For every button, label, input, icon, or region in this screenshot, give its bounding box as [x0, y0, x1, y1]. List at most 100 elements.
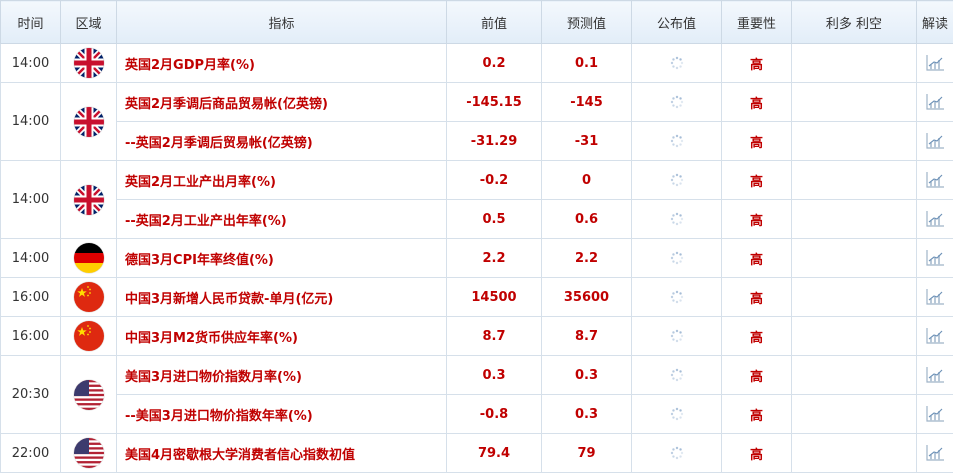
forecast-value: 35600	[541, 277, 632, 317]
loading-spinner-icon	[633, 407, 721, 421]
table-row[interactable]: --美国3月进口物价指数年率(%) -0.8 0.3 高	[1, 394, 953, 434]
table-row[interactable]: 16:00 中国3月新增人民币贷款-单月(亿元) 14500 35600 高	[0, 277, 953, 317]
germany-flag-icon	[73, 243, 104, 273]
chart-icon[interactable]	[918, 54, 953, 72]
table-row[interactable]: --英国2月季调后贸易帐(亿英镑) -31.29 -31 高	[1, 121, 953, 161]
published-value	[631, 355, 722, 395]
region-cell	[60, 43, 117, 83]
indicator-cell[interactable]: 德国3月CPI年率终值(%)	[116, 238, 447, 278]
indicator-cell[interactable]: --美国3月进口物价指数年率(%)	[116, 394, 447, 434]
header-bull-bear: 利多 利空	[791, 0, 917, 44]
analysis-cell[interactable]	[916, 121, 953, 161]
bull-bear-cell	[791, 121, 917, 161]
indicator-cell[interactable]: 中国3月新增人民币贷款-单月(亿元)	[116, 277, 447, 317]
analysis-cell[interactable]	[916, 433, 953, 473]
analysis-cell[interactable]	[916, 199, 953, 239]
header-region: 区域	[60, 0, 117, 44]
table-body: 14:00 英国2月GDP月率(%) 0.2 0.1 高 14:00 英国2月季调后商品贸易…	[0, 43, 953, 473]
header-indicator: 指标	[116, 0, 447, 44]
bull-bear-cell	[791, 160, 917, 200]
chart-icon[interactable]	[918, 405, 953, 423]
analysis-cell[interactable]	[916, 238, 953, 278]
importance-cell: 高	[721, 433, 792, 473]
chart-icon[interactable]	[918, 327, 953, 345]
analysis-cell[interactable]	[916, 82, 953, 122]
loading-spinner-icon	[633, 56, 721, 70]
analysis-cell[interactable]	[916, 316, 953, 356]
time-cell: 22:00	[0, 433, 61, 473]
chart-icon[interactable]	[918, 444, 953, 462]
published-value	[631, 82, 722, 122]
time-cell: 14:00	[0, 238, 61, 278]
bull-bear-cell	[791, 316, 917, 356]
importance-cell: 高	[721, 199, 792, 239]
region-cell	[60, 277, 117, 317]
table-row[interactable]: 20:30 美国3月进口物价指数月率(%) 0.3 0.3 高	[0, 355, 953, 434]
header-previous: 前值	[446, 0, 542, 44]
header-time: 时间	[0, 0, 61, 44]
table-row[interactable]: 14:00 德国3月CPI年率终值(%) 2.2 2.2 高	[0, 238, 953, 278]
chart-icon[interactable]	[918, 132, 953, 150]
indicator-cell[interactable]: 中国3月M2货币供应年率(%)	[116, 316, 447, 356]
region-cell	[60, 238, 117, 278]
chart-icon[interactable]	[918, 249, 953, 267]
region-cell	[60, 355, 117, 434]
previous-value: 79.4	[446, 433, 542, 473]
previous-value: -0.2	[446, 160, 542, 200]
forecast-value: -31	[541, 121, 632, 161]
table-row[interactable]: --英国2月工业产出年率(%) 0.5 0.6 高	[1, 199, 953, 239]
indicator-cell[interactable]: 英国2月季调后商品贸易帐(亿英镑)	[116, 82, 447, 122]
importance-cell: 高	[721, 43, 792, 83]
time-cell: 14:00	[0, 82, 61, 161]
importance-cell: 高	[721, 160, 792, 200]
bull-bear-cell	[791, 82, 917, 122]
bull-bear-cell	[791, 199, 917, 239]
analysis-cell[interactable]	[916, 277, 953, 317]
table-row[interactable]: 14:00 英国2月GDP月率(%) 0.2 0.1 高	[0, 43, 953, 83]
indicator-cell[interactable]: --英国2月工业产出年率(%)	[116, 199, 447, 239]
chart-icon[interactable]	[918, 366, 953, 384]
bull-bear-cell	[791, 433, 917, 473]
loading-spinner-icon	[633, 446, 721, 460]
loading-spinner-icon	[633, 95, 721, 109]
analysis-cell[interactable]	[916, 355, 953, 395]
importance-cell: 高	[721, 238, 792, 278]
bull-bear-cell	[791, 394, 917, 434]
analysis-cell[interactable]	[916, 43, 953, 83]
importance-cell: 高	[721, 316, 792, 356]
indicator-cell[interactable]: 美国3月进口物价指数月率(%)	[116, 355, 447, 395]
indicator-cell[interactable]: 英国2月工业产出月率(%)	[116, 160, 447, 200]
published-value	[631, 121, 722, 161]
table-row[interactable]: 14:00 英国2月工业产出月率(%) -0.2 0 高	[0, 160, 953, 239]
published-value	[631, 277, 722, 317]
published-value	[631, 394, 722, 434]
published-value	[631, 433, 722, 473]
importance-cell: 高	[721, 82, 792, 122]
loading-spinner-icon	[633, 173, 721, 187]
chart-icon[interactable]	[918, 93, 953, 111]
indicator-cell[interactable]: --英国2月季调后贸易帐(亿英镑)	[116, 121, 447, 161]
us-flag-icon	[73, 379, 104, 410]
header-forecast: 预测值	[541, 0, 632, 44]
bull-bear-cell	[791, 238, 917, 278]
loading-spinner-icon	[633, 251, 721, 265]
time-cell: 16:00	[0, 316, 61, 356]
table-row[interactable]: 16:00 中国3月M2货币供应年率(%) 8.7 8.7 高	[0, 316, 953, 356]
table-row[interactable]: 22:00 美国4月密歇根大学消费者信心指数初值 79.4 79 高	[0, 433, 953, 473]
forecast-value: 0.1	[541, 43, 632, 83]
importance-cell: 高	[721, 394, 792, 434]
indicator-cell[interactable]: 英国2月GDP月率(%)	[116, 43, 447, 83]
published-value	[631, 43, 722, 83]
uk-flag-icon	[73, 48, 104, 78]
analysis-cell[interactable]	[916, 160, 953, 200]
indicator-cell[interactable]: 美国4月密歇根大学消费者信心指数初值	[116, 433, 447, 473]
uk-flag-icon	[73, 106, 104, 137]
forecast-value: 0.3	[541, 355, 632, 395]
analysis-cell[interactable]	[916, 394, 953, 434]
loading-spinner-icon	[633, 212, 721, 226]
chart-icon[interactable]	[918, 210, 953, 228]
table-row[interactable]: 14:00 英国2月季调后商品贸易帐(亿英镑) -145.15 -145 高	[0, 82, 953, 161]
chart-icon[interactable]	[918, 288, 953, 306]
chart-icon[interactable]	[918, 171, 953, 189]
bull-bear-cell	[791, 43, 917, 83]
